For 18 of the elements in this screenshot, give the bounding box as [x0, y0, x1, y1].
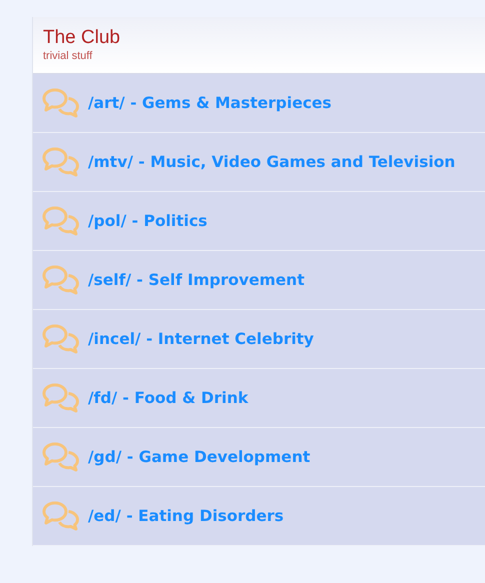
speech-bubbles-icon — [42, 206, 80, 236]
speech-bubbles-icon — [42, 501, 80, 531]
speech-bubbles-icon — [42, 88, 80, 118]
club-title: The Club — [43, 27, 122, 49]
board-link[interactable]: /incel/ - Internet Celebrity — [88, 330, 314, 348]
board-link[interactable]: /fd/ - Food & Drink — [88, 389, 248, 407]
speech-bubbles-icon — [42, 147, 80, 177]
board-link[interactable]: /pol/ - Politics — [88, 212, 208, 230]
board-link[interactable]: /self/ - Self Improvement — [88, 271, 305, 289]
speech-bubbles-icon — [42, 383, 80, 413]
board-link[interactable]: /gd/ - Game Development — [88, 448, 310, 466]
club-subtitle: trivial stuff — [43, 49, 94, 63]
board-link[interactable]: /mtv/ - Music, Video Games and Television — [88, 153, 456, 171]
speech-bubbles-icon — [42, 324, 80, 354]
board-link[interactable]: /ed/ - Eating Disorders — [88, 507, 284, 525]
speech-bubbles-icon — [42, 265, 80, 295]
board-link[interactable]: /art/ - Gems & Masterpieces — [88, 94, 332, 112]
speech-bubbles-icon — [42, 442, 80, 472]
